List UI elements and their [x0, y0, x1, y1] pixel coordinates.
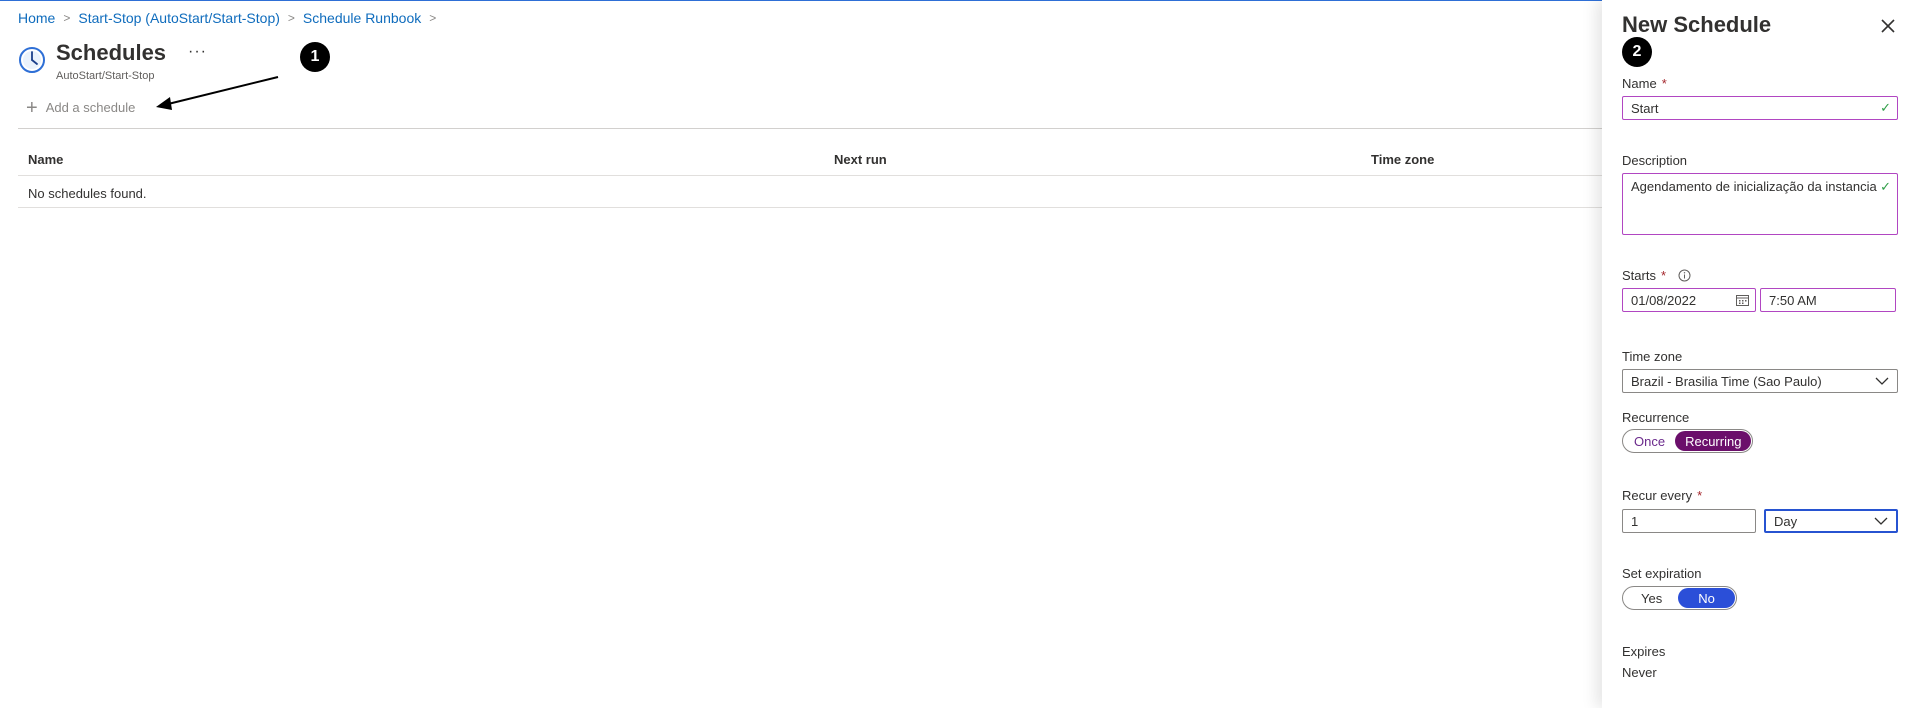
page-subtitle: AutoStart/Start-Stop [56, 70, 155, 82]
recurrence-label: Recurrence [1622, 410, 1690, 425]
chevron-right-icon: > [287, 11, 295, 25]
time-zone-label: Time zone [1622, 349, 1683, 364]
add-schedule-label: Add a schedule [45, 100, 136, 115]
header-row-divider [18, 175, 1602, 176]
start-time-input[interactable]: 7:50 AM [1760, 288, 1896, 312]
starts-label: Starts * [1622, 268, 1691, 283]
column-header-time-zone[interactable]: Time zone [1371, 152, 1434, 167]
expires-value: Never [1622, 665, 1657, 680]
name-label: Name * [1622, 76, 1667, 91]
recurrence-option-once[interactable]: Once [1624, 431, 1675, 451]
name-input-value: Start [1631, 100, 1659, 116]
chevron-right-icon: > [63, 11, 71, 25]
empty-table-message: No schedules found. [28, 186, 147, 201]
row-divider [18, 207, 1602, 208]
step-badge-2: 2 [1622, 37, 1652, 67]
checkmark-icon: ✓ [1880, 179, 1891, 194]
chevron-down-icon [1874, 517, 1888, 525]
page-title: Schedules [56, 40, 167, 65]
column-header-name[interactable]: Name [28, 152, 63, 167]
breadcrumb: Home > Start-Stop (AutoStart/Start-Stop)… [18, 10, 444, 26]
recur-every-interval-input[interactable]: 1 [1622, 509, 1756, 533]
set-expiration-label: Set expiration [1622, 566, 1702, 581]
start-time-value: 7:50 AM [1769, 292, 1817, 308]
panel-title: New Schedule [1622, 12, 1772, 37]
column-header-next-run[interactable]: Next run [834, 152, 887, 167]
toolbar-divider [18, 128, 1602, 129]
plus-icon: + [26, 96, 38, 119]
recur-every-unit-dropdown[interactable]: Day [1764, 509, 1898, 533]
description-value: Agendamento de inicialização da instanci… [1631, 179, 1877, 194]
time-zone-dropdown[interactable]: Brazil - Brasilia Time (Sao Paulo) [1622, 369, 1898, 393]
description-textarea[interactable]: Agendamento de inicialização da instanci… [1622, 173, 1898, 235]
breadcrumb-schedule-runbook[interactable]: Schedule Runbook [303, 10, 421, 26]
name-input[interactable]: Start ✓ [1622, 96, 1898, 120]
annotation-arrow [156, 76, 279, 110]
info-icon[interactable] [1678, 269, 1691, 282]
recurrence-toggle: Once Recurring [1622, 429, 1754, 453]
checkmark-icon: ✓ [1880, 100, 1891, 115]
start-date-picker[interactable]: 01/08/2022 [1622, 288, 1756, 312]
recur-every-label: Recur every * [1622, 488, 1703, 503]
description-label: Description [1622, 153, 1688, 168]
calendar-icon [1736, 295, 1749, 306]
step-badge-1: 1 [300, 42, 330, 72]
breadcrumb-start-stop[interactable]: Start-Stop (AutoStart/Start-Stop) [78, 10, 280, 26]
expiration-option-no[interactable]: No [1678, 588, 1735, 608]
new-schedule-panel: New Schedule Name * Start ✓ Description A… [1602, 0, 1918, 708]
set-expiration-toggle: Yes No [1622, 586, 1737, 610]
clock-icon [19, 47, 45, 73]
expires-label: Expires [1622, 644, 1666, 659]
time-zone-value: Brazil - Brasilia Time (Sao Paulo) [1631, 373, 1822, 389]
recur-every-interval-value: 1 [1631, 513, 1639, 529]
chevron-down-icon [1875, 377, 1889, 385]
expiration-option-yes[interactable]: Yes [1631, 588, 1678, 608]
recurrence-option-recurring[interactable]: Recurring [1675, 431, 1752, 451]
recur-every-unit-value: Day [1774, 513, 1798, 529]
breadcrumb-home[interactable]: Home [18, 10, 55, 26]
start-date-value: 01/08/2022 [1631, 292, 1697, 308]
add-schedule-button[interactable]: + Add a schedule [26, 96, 136, 119]
more-options-button[interactable]: ··· [188, 43, 207, 61]
close-icon[interactable] [1876, 14, 1900, 38]
chevron-right-icon: > [429, 11, 437, 25]
